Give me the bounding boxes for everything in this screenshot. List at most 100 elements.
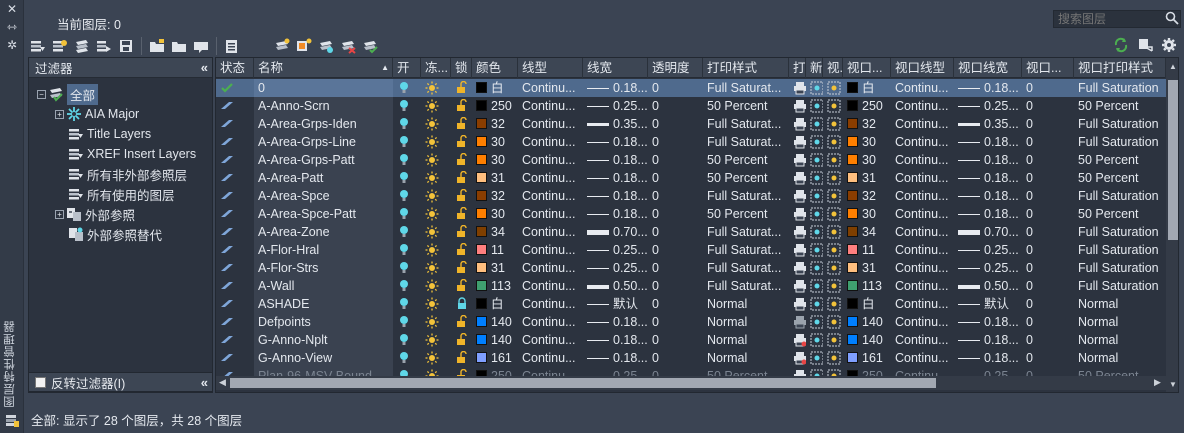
lock-open-icon[interactable] bbox=[455, 243, 469, 257]
column-header[interactable]: 透明度 bbox=[648, 58, 703, 78]
vp-freeze-icon[interactable] bbox=[827, 261, 841, 275]
layer-on-bulb-icon[interactable] bbox=[397, 279, 411, 293]
cell-transparency[interactable]: 0 bbox=[648, 277, 703, 295]
new-vp-freeze-icon[interactable] bbox=[810, 225, 823, 239]
cell-freeze[interactable] bbox=[421, 115, 451, 133]
cell-plot[interactable] bbox=[789, 133, 806, 151]
new-folder-filter-icon[interactable] bbox=[148, 37, 166, 55]
cell-freeze[interactable] bbox=[421, 97, 451, 115]
cell-color[interactable]: 11 bbox=[472, 241, 518, 259]
layer-on-bulb-icon[interactable] bbox=[397, 315, 411, 329]
cell-transparency[interactable]: 0 bbox=[648, 313, 703, 331]
cell-freeze[interactable] bbox=[421, 313, 451, 331]
cell-on[interactable] bbox=[393, 205, 421, 223]
cell-vptransparency[interactable]: 0 bbox=[1022, 151, 1074, 169]
collapse-filter-panel-button[interactable]: « bbox=[201, 60, 208, 75]
scroll-down-icon[interactable]: ▼ bbox=[1169, 380, 1177, 389]
column-header[interactable]: 视口... bbox=[1022, 58, 1074, 78]
cell-vpplotstyle[interactable]: Full Saturation bbox=[1074, 241, 1166, 259]
cell-transparency[interactable]: 0 bbox=[648, 133, 703, 151]
cell-newvp[interactable] bbox=[806, 205, 823, 223]
cell-lock[interactable] bbox=[451, 205, 472, 223]
cell-transparency[interactable]: 0 bbox=[648, 241, 703, 259]
layer-row[interactable]: ASHADE 白 Continu... 默认 0 Normal 白 Continu... 默认 0… bbox=[216, 295, 1166, 313]
cell-linetype[interactable]: Continu... bbox=[518, 241, 583, 259]
layer-on-bulb-icon[interactable] bbox=[397, 153, 411, 167]
cell-name[interactable]: A-Area-Spce-Patt bbox=[254, 205, 393, 223]
new-vp-freeze-icon[interactable] bbox=[810, 153, 823, 167]
cell-freeze[interactable] bbox=[421, 133, 451, 151]
cell-lineweight[interactable]: 0.25... bbox=[583, 241, 648, 259]
cell-name[interactable]: A-Area-Patt bbox=[254, 169, 393, 187]
new-vp-freeze-icon[interactable] bbox=[810, 279, 823, 293]
cell-plotstyle[interactable]: Full Saturat... bbox=[703, 115, 789, 133]
cell-vpfreeze[interactable] bbox=[823, 133, 843, 151]
cell-linetype[interactable]: Continu... bbox=[518, 277, 583, 295]
cell-vpplotstyle[interactable]: 50 Percent bbox=[1074, 205, 1166, 223]
layer-row[interactable]: A-Area-Grps-Line 30 Continu... 0.18... 0 Full… bbox=[216, 133, 1166, 151]
layer-on-bulb-icon[interactable] bbox=[397, 99, 411, 113]
cell-plotstyle[interactable]: 50 Percent bbox=[703, 97, 789, 115]
thaw-sun-icon[interactable] bbox=[425, 99, 439, 113]
cell-vpplotstyle[interactable]: Normal bbox=[1074, 313, 1166, 331]
cell-vplinetype[interactable]: Continu... bbox=[891, 277, 954, 295]
new-vp-freeze-icon[interactable] bbox=[810, 99, 823, 113]
lock-open-icon[interactable] bbox=[455, 225, 469, 239]
new-layer-frozen-icon[interactable] bbox=[317, 37, 335, 55]
search-icon[interactable] bbox=[1165, 11, 1179, 25]
cell-newvp[interactable] bbox=[806, 331, 823, 349]
cell-on[interactable] bbox=[393, 349, 421, 367]
cell-on[interactable] bbox=[393, 151, 421, 169]
new-layer-icon[interactable] bbox=[273, 37, 291, 55]
cell-vpplotstyle[interactable]: Full Saturation bbox=[1074, 187, 1166, 205]
cell-vpfreeze[interactable] bbox=[823, 97, 843, 115]
cell-on[interactable] bbox=[393, 187, 421, 205]
cell-color[interactable]: 113 bbox=[472, 277, 518, 295]
cell-freeze[interactable] bbox=[421, 223, 451, 241]
cell-lineweight[interactable]: 0.18... bbox=[583, 331, 648, 349]
tree-expander-icon[interactable]: + bbox=[55, 109, 64, 119]
cell-color[interactable]: 30 bbox=[472, 205, 518, 223]
cell-plotstyle[interactable]: Full Saturat... bbox=[703, 223, 789, 241]
plot-printer-icon[interactable] bbox=[793, 171, 806, 185]
cell-linetype[interactable]: Continu... bbox=[518, 205, 583, 223]
cell-color[interactable]: 32 bbox=[472, 187, 518, 205]
settings-gear-icon[interactable] bbox=[1160, 36, 1178, 54]
cell-freeze[interactable] bbox=[421, 295, 451, 313]
cell-lineweight[interactable]: 0.18... bbox=[583, 169, 648, 187]
column-header[interactable]: 新 bbox=[806, 58, 823, 78]
plot-printer-icon[interactable] bbox=[793, 225, 806, 239]
lock-open-icon[interactable] bbox=[455, 207, 469, 221]
cell-linetype[interactable]: Continu... bbox=[518, 169, 583, 187]
cell-lock[interactable] bbox=[451, 151, 472, 169]
column-header[interactable]: 打印样式 bbox=[703, 58, 789, 78]
cell-vplinetype[interactable]: Continu... bbox=[891, 313, 954, 331]
delete-layer-icon[interactable] bbox=[339, 37, 357, 55]
cell-name[interactable]: A-Anno-Scrn bbox=[254, 97, 393, 115]
thaw-sun-icon[interactable] bbox=[425, 261, 439, 275]
cell-plot[interactable] bbox=[789, 295, 806, 313]
cell-color[interactable]: 32 bbox=[472, 115, 518, 133]
cell-vplinetype[interactable]: Continu... bbox=[891, 169, 954, 187]
cell-linetype[interactable]: Continu... bbox=[518, 187, 583, 205]
cell-vplinetype[interactable]: Continu... bbox=[891, 97, 954, 115]
cell-newvp[interactable] bbox=[806, 277, 823, 295]
lock-open-icon[interactable] bbox=[455, 81, 469, 95]
cell-on[interactable] bbox=[393, 115, 421, 133]
cell-vpcolor[interactable]: 30 bbox=[843, 205, 891, 223]
filter-tree-item[interactable]: + AIA Major bbox=[29, 104, 212, 124]
plot-printer-icon[interactable] bbox=[793, 81, 806, 95]
cell-vplineweight[interactable]: 0.18... bbox=[954, 331, 1022, 349]
vp-freeze-icon[interactable] bbox=[827, 333, 841, 347]
cell-vptransparency[interactable]: 0 bbox=[1022, 295, 1074, 313]
thaw-sun-icon[interactable] bbox=[425, 117, 439, 131]
new-vp-freeze-icon[interactable] bbox=[810, 117, 823, 131]
cell-vptransparency[interactable]: 0 bbox=[1022, 187, 1074, 205]
cell-freeze[interactable] bbox=[421, 259, 451, 277]
cell-vpplotstyle[interactable]: Full Saturation bbox=[1074, 133, 1166, 151]
layer-row[interactable]: A-Wall 113 Continu... 0.50... 0 Full Saturat.… bbox=[216, 277, 1166, 295]
thaw-sun-icon[interactable] bbox=[425, 315, 439, 329]
cell-lineweight[interactable]: 0.18... bbox=[583, 205, 648, 223]
layer-row[interactable]: A-Area-Patt 31 Continu... 0.18... 0 50 Percen… bbox=[216, 169, 1166, 187]
cell-lock[interactable] bbox=[451, 79, 472, 97]
